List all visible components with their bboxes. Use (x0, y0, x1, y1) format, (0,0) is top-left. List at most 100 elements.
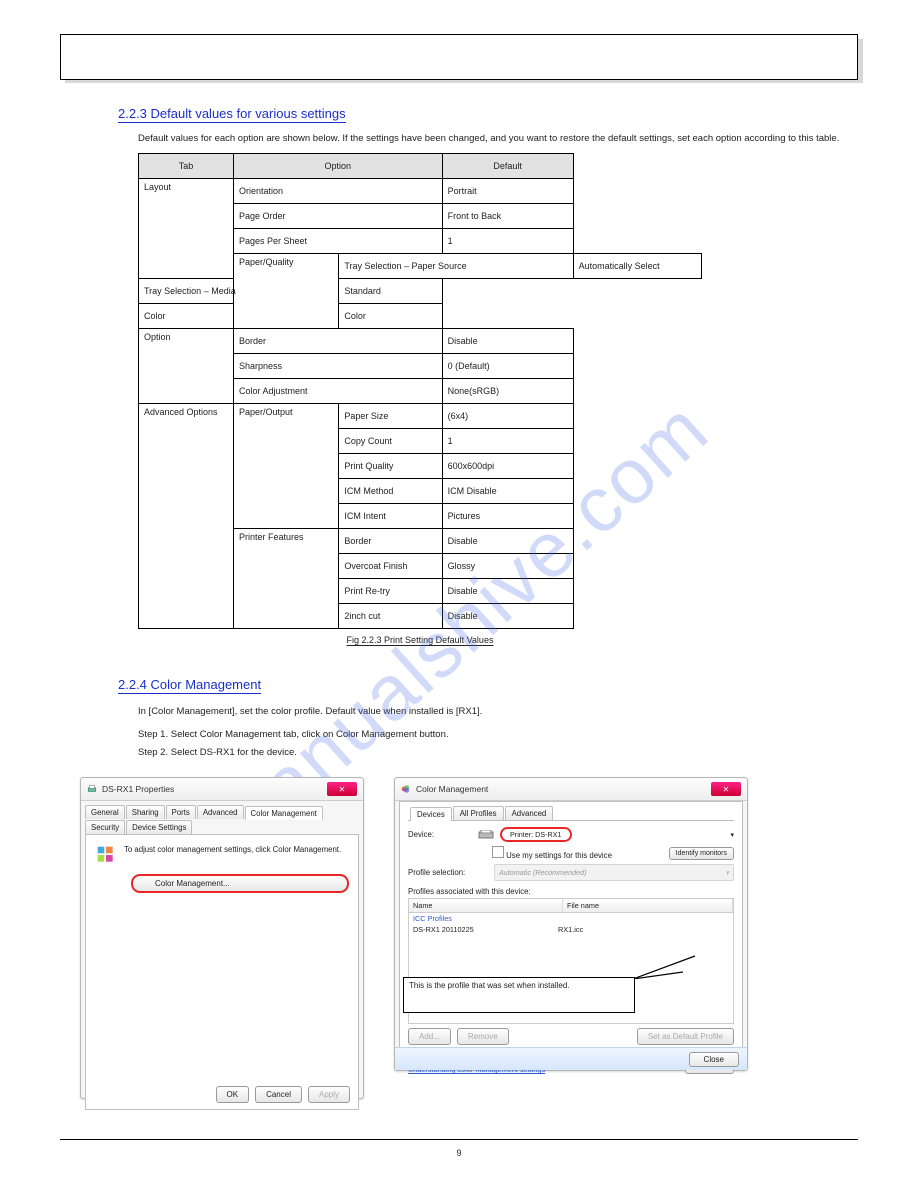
table-cell: Sharpness (234, 354, 443, 379)
table-caption: Fig 2.2.3 Print Setting Default Values (138, 635, 702, 645)
list-row-profile-file: RX1.icc (558, 925, 729, 934)
table-cell: Overcoat Finish (339, 554, 442, 579)
table-cell: Portrait (442, 179, 573, 204)
table-cell: ICM Intent (339, 504, 442, 529)
table-cell: Border (234, 329, 443, 354)
tabs: DevicesAll ProfilesAdvanced (408, 802, 734, 820)
cm-desc: To adjust color management settings, cli… (124, 845, 341, 854)
table-cell: Printer Features (234, 529, 339, 629)
tab-security[interactable]: Security (85, 820, 125, 834)
profile-selection-label: Profile selection: (408, 868, 488, 877)
use-settings-checkbox[interactable] (492, 846, 504, 858)
printer-icon (478, 830, 494, 840)
table-cell: (6x4) (442, 404, 573, 429)
remove-button[interactable]: Remove (457, 1028, 509, 1045)
list-row-icc: ICC Profiles (413, 914, 558, 923)
table-cell: Tray Selection – Media (139, 279, 339, 304)
table-cell: Paper Size (339, 404, 442, 429)
callout-box: This is the profile that was set when in… (403, 977, 635, 1013)
apply-button[interactable]: Apply (308, 1086, 350, 1103)
section2-text1: In [Color Management], set the color pro… (138, 706, 858, 718)
set-default-button[interactable]: Set as Default Profile (637, 1028, 734, 1045)
table-cell: Color Adjustment (234, 379, 443, 404)
color-mgmt-icon (96, 845, 116, 865)
tab-devices[interactable]: Devices (410, 807, 452, 821)
tab-color-management[interactable]: Color Management (245, 806, 323, 820)
tab-ports[interactable]: Ports (166, 805, 196, 819)
table-cell: Border (339, 529, 442, 554)
titlebar[interactable]: Color Management ✕ (395, 778, 747, 801)
add-button[interactable]: Add... (408, 1028, 451, 1045)
chevron-down-icon[interactable]: ▾ (730, 831, 734, 839)
footer-rule (60, 1139, 858, 1140)
table-cell: Copy Count (339, 429, 442, 454)
ok-button[interactable]: OK (216, 1086, 250, 1103)
col-file[interactable]: File name (563, 899, 733, 912)
table-cell: Front to Back (442, 204, 573, 229)
section2-text2: Step 1. Select Color Management tab, cli… (138, 729, 858, 741)
titlebar[interactable]: DS-RX1 Properties ✕ (81, 778, 363, 801)
table-cell: Paper/Output (234, 404, 339, 529)
table-cell: Disable (442, 529, 573, 554)
list-row-profile-name: DS-RX1 20110225 (413, 925, 558, 934)
table-cell: Color (339, 304, 442, 329)
cancel-button[interactable]: Cancel (255, 1086, 302, 1103)
color-management-window: Color Management ✕ DevicesAll ProfilesAd… (394, 777, 748, 1071)
table-cell: ICM Disable (442, 479, 573, 504)
table-cell: 2inch cut (339, 604, 442, 629)
window-title: DS-RX1 Properties (102, 784, 174, 794)
properties-window: DS-RX1 Properties ✕ GeneralSharingPortsA… (80, 777, 364, 1099)
table-cell: Automatically Select (573, 254, 701, 279)
table-cell: 0 (Default) (442, 354, 573, 379)
close-icon[interactable]: ✕ (711, 782, 741, 796)
assoc-label: Profiles associated with this device: (408, 887, 734, 896)
table-cell: 1 (442, 429, 573, 454)
window-title: Color Management (416, 784, 488, 794)
th-option: Option (234, 154, 443, 179)
table-cell: Standard (339, 279, 442, 304)
section2-text3: Step 2. Select DS-RX1 for the device. (138, 747, 858, 759)
table-cell: Pictures (442, 504, 573, 529)
tab-advanced[interactable]: Advanced (505, 806, 554, 820)
table-cell: None(sRGB) (442, 379, 573, 404)
tab-general[interactable]: General (85, 805, 125, 819)
table-cell: Layout (139, 179, 234, 279)
table-cell: Advanced Options (139, 404, 234, 629)
tab-advanced[interactable]: Advanced (197, 805, 244, 819)
tab-all-profiles[interactable]: All Profiles (453, 806, 504, 820)
col-name[interactable]: Name (409, 899, 563, 912)
table-cell: Color (139, 304, 339, 329)
printer-icon (87, 784, 97, 794)
table-cell: Print Re-try (339, 579, 442, 604)
page-number: 9 (0, 1148, 918, 1158)
table-cell: 600x600dpi (442, 454, 573, 479)
profile-selection-dropdown[interactable]: Automatic (Recommended) ▾ (494, 864, 734, 881)
table-cell: Option (139, 329, 234, 404)
defaults-table: Tab Option Default LayoutOrientationPort… (138, 153, 702, 645)
table-cell: Glossy (442, 554, 573, 579)
page-header (60, 34, 858, 80)
table-cell: Pages Per Sheet (234, 229, 443, 254)
close-icon[interactable]: ✕ (327, 782, 357, 796)
table-cell: 1 (442, 229, 573, 254)
table-cell: Disable (442, 579, 573, 604)
section-heading-2-2-4: 2.2.4 Color Management (118, 677, 261, 694)
color-icon (401, 784, 411, 794)
section1-intro: Default values for each option are shown… (138, 133, 858, 145)
device-select[interactable]: Printer: DS-RX1 (500, 827, 572, 842)
identify-monitors-button[interactable]: Identify monitors (669, 847, 734, 860)
use-settings-label: Use my settings for this device (506, 851, 612, 860)
table-cell: Disable (442, 604, 573, 629)
tabs: GeneralSharingPortsAdvancedColor Managem… (81, 801, 363, 834)
color-management-button[interactable]: Color Management... (132, 875, 348, 892)
tab-sharing[interactable]: Sharing (126, 805, 165, 819)
profile-list[interactable]: ICC Profiles DS-RX1 20110225 RX1.icc (408, 912, 734, 1024)
device-label: Device: (408, 830, 472, 839)
th-default: Default (442, 154, 573, 179)
close-button[interactable]: Close (689, 1052, 739, 1067)
tab-device-settings[interactable]: Device Settings (126, 820, 192, 834)
table-cell: ICM Method (339, 479, 442, 504)
table-cell: Page Order (234, 204, 443, 229)
table-cell: Print Quality (339, 454, 442, 479)
table-cell: Tray Selection – Paper Source (339, 254, 573, 279)
